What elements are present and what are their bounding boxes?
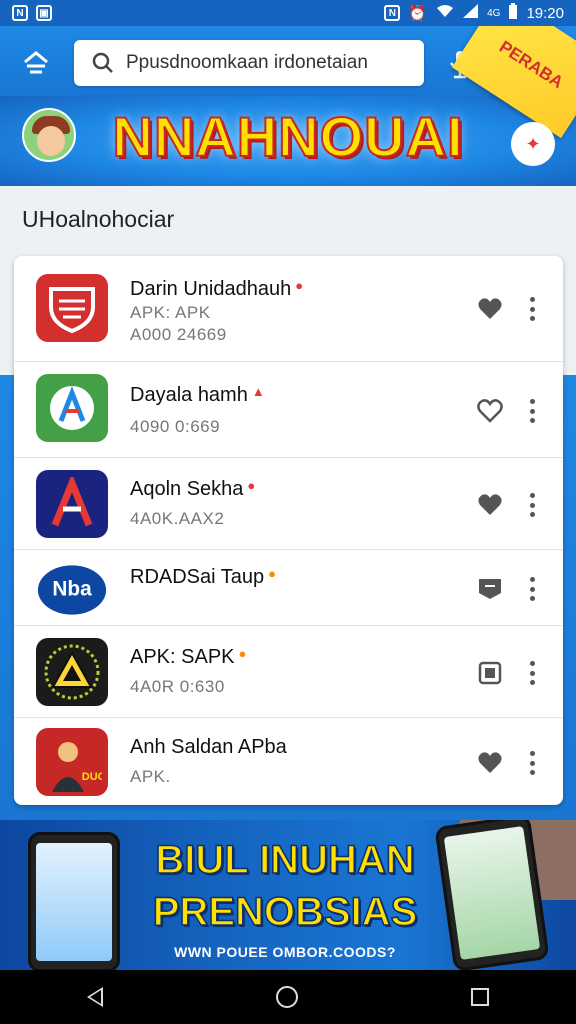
status-bar: N ▣ N ⏰ 4G 19:20: [0, 0, 576, 26]
app-meta: APK: APK: [130, 303, 211, 322]
home-icon[interactable]: [275, 986, 298, 1008]
more-options-button[interactable]: [524, 658, 540, 688]
store-icon: [24, 51, 48, 74]
bookmark-icon[interactable]: [476, 576, 504, 602]
notification-icon: N: [384, 5, 401, 21]
notification-n-icon: N: [12, 5, 28, 21]
letter-a-icon: [36, 374, 108, 442]
app-list-item[interactable]: APK: SAPK ● 4A0R 0:630: [14, 626, 563, 718]
app-name: Dayala hamh ▲: [130, 384, 265, 406]
home-store-button[interactable]: [18, 46, 54, 82]
gamepad-icon: ✦: [525, 133, 541, 154]
person-icon: DUO: [36, 728, 108, 796]
promo-banner[interactable]: BIUL INUHAN PRENOBSIAS WWN POUEE OMBOR.C…: [0, 820, 576, 970]
promo-title-line2: PRENOBSIAS: [152, 889, 418, 935]
promo-phone-left-image: [28, 832, 120, 970]
app-meta: 4090 0:669: [130, 417, 221, 436]
brand-title: NNAHNOUAI: [111, 104, 464, 169]
app-list-item[interactable]: Dayala hamh ▲ 4090 0:669: [14, 362, 563, 458]
back-icon[interactable]: [86, 987, 103, 1007]
search-input[interactable]: Ppusdnoomkaan irdonetaian: [126, 52, 368, 74]
app-list-item[interactable]: Nba RDADSai Taup ●: [14, 550, 563, 626]
more-options-button[interactable]: [524, 294, 540, 324]
app-name: Aqoln Sekha ●: [130, 478, 256, 500]
more-options-button[interactable]: [524, 396, 540, 426]
status-time: 19:20: [526, 4, 564, 22]
favorite-heart-icon[interactable]: [476, 750, 504, 776]
app-header: Ppusdnoomkaan irdonetaian PERABA NNAHNOU…: [0, 26, 576, 186]
app-list-card: Darin Unidadhauh ● APK: APK A000 24669 Da…: [14, 256, 563, 805]
svg-text:Nba: Nba: [52, 578, 92, 601]
favorite-heart-icon[interactable]: [476, 398, 504, 424]
shield-icon: [36, 274, 108, 342]
recents-icon[interactable]: [471, 988, 490, 1006]
system-nav-bar: [0, 970, 576, 1024]
section-title: UHoalnohociar: [22, 206, 175, 232]
games-button[interactable]: ✦: [511, 122, 555, 166]
app-meta: 4A0R 0:630: [130, 677, 225, 696]
ribbon-label: PERABA: [495, 37, 567, 93]
search-bar[interactable]: Ppusdnoomkaan irdonetaian: [74, 40, 424, 86]
wifi-icon: [435, 4, 455, 22]
alarm-icon: ⏰: [408, 5, 428, 22]
promo-title-line1: BIUL INUHAN: [155, 837, 416, 883]
app-name: Darin Unidadhauh ●: [130, 278, 304, 300]
app-meta: APK.: [130, 767, 171, 786]
app-name: Anh Saldan APba: [130, 736, 287, 758]
letter-a-icon: [36, 470, 108, 538]
more-options-button[interactable]: [524, 574, 540, 604]
app-list-item[interactable]: Darin Unidadhauh ● APK: APK A000 24669: [14, 256, 563, 362]
app-meta: 4A0K.AAX2: [130, 509, 225, 528]
more-options-button[interactable]: [524, 490, 540, 520]
favorite-heart-icon[interactable]: [476, 296, 504, 322]
square-icon[interactable]: [476, 660, 504, 686]
promo-phone-right-image: [434, 820, 550, 970]
nba-logo-icon: Nba: [36, 556, 108, 624]
battery-icon: [508, 3, 518, 23]
app-list-item[interactable]: Aqoln Sekha ● 4A0K.AAX2: [14, 458, 563, 550]
image-notification-icon: ▣: [36, 5, 52, 21]
search-icon: [92, 52, 113, 73]
app-name: RDADSai Taup ●: [130, 566, 276, 588]
network-type-label: 4G: [487, 7, 501, 19]
triangle-icon: [36, 638, 108, 706]
app-list-item[interactable]: DUO Anh Saldan APba APK.: [14, 718, 563, 805]
signal-icon: [463, 4, 479, 22]
svg-text:DUO: DUO: [82, 771, 102, 783]
app-name: APK: SAPK ●: [130, 646, 247, 668]
promo-url: WWN POUEE OMBOR.COODS?: [174, 944, 396, 960]
favorite-heart-icon[interactable]: [476, 492, 504, 518]
more-options-button[interactable]: [524, 748, 540, 778]
app-meta-secondary: A000 24669: [130, 325, 227, 344]
